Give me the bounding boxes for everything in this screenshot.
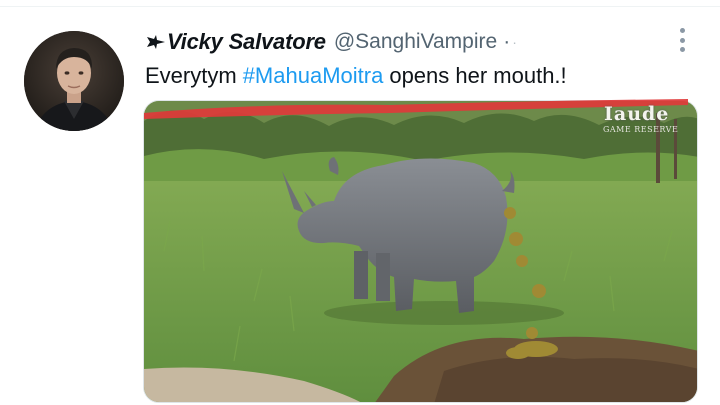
display-name[interactable]: Vicky Salvatore <box>167 29 326 55</box>
media-watermark: Iaude <box>604 103 670 125</box>
avatar[interactable] <box>24 31 124 131</box>
tweet-text-before: Everytym <box>145 63 237 88</box>
separator-dot: · <box>503 30 511 53</box>
tweet-text-after: opens her mouth.! <box>389 63 567 88</box>
user-handle[interactable]: @SanghiVampire <box>334 30 497 54</box>
bat-icon <box>146 34 166 50</box>
tweet-media-image[interactable] <box>143 100 698 403</box>
media-watermark-sub: GAME RESERVE <box>603 125 679 134</box>
hashtag-link[interactable]: #MahuaMoitra <box>243 63 384 89</box>
rhino-photo <box>144 101 697 402</box>
tweet-card[interactable]: Vicky Salvatore @SanghiVampire · · Every… <box>0 0 720 405</box>
timestamp-faded: · <box>512 34 517 50</box>
tweet-text: Everytym #MahuaMoitra opens her mouth.! <box>145 62 567 90</box>
tweet-header: Vicky Salvatore @SanghiVampire · · <box>146 27 517 57</box>
avatar-image <box>24 31 124 131</box>
more-vertical-icon[interactable] <box>673 26 691 54</box>
